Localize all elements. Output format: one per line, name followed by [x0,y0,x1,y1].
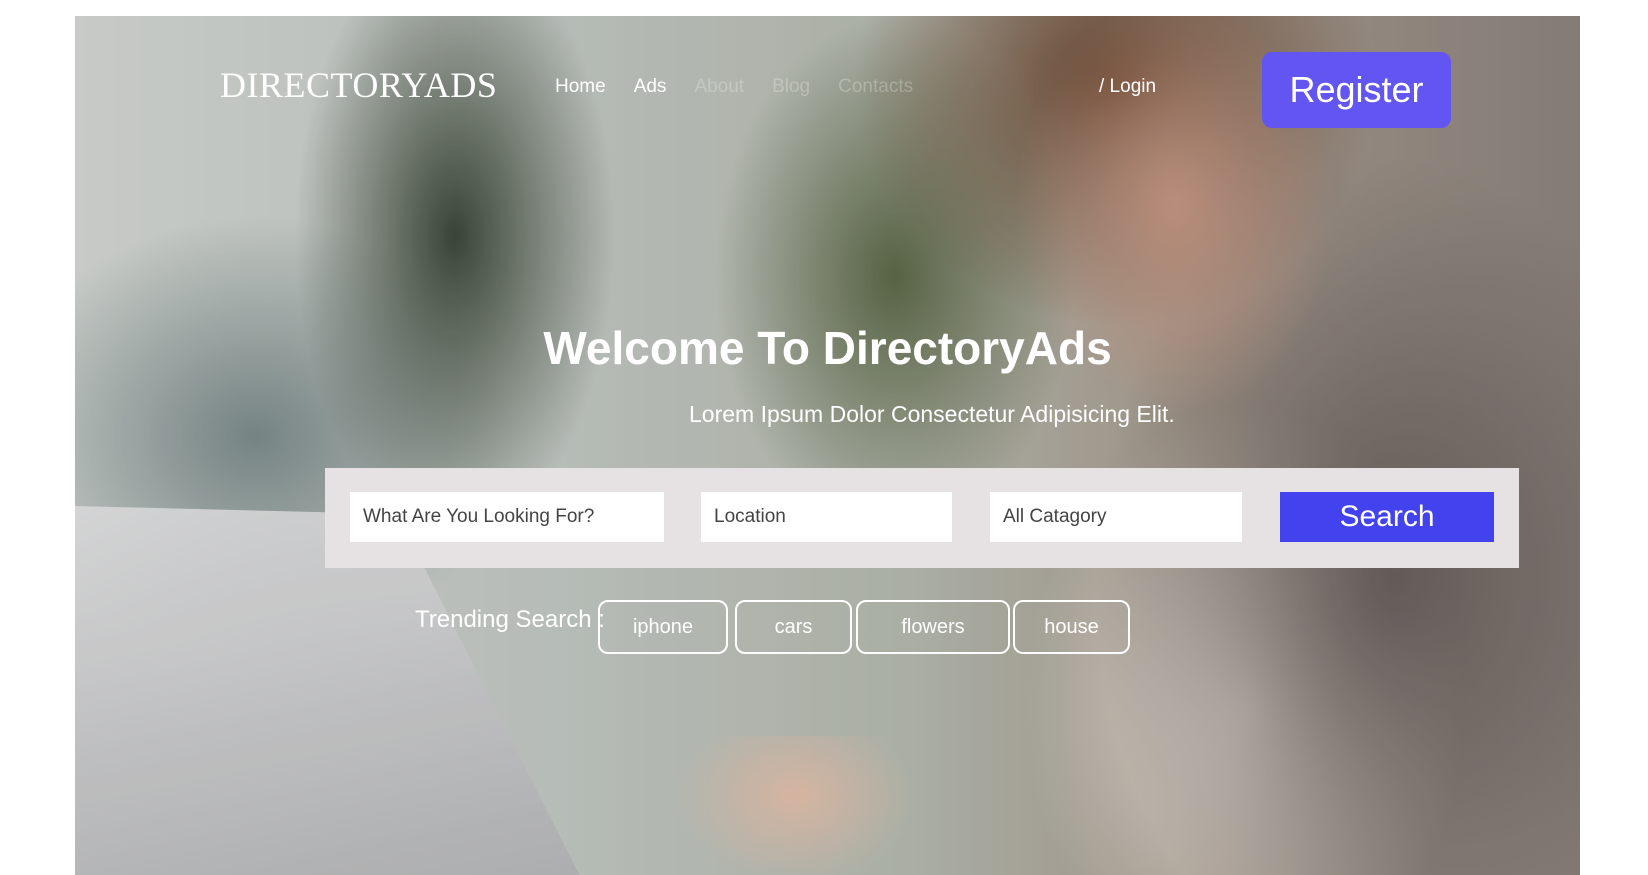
keyword-input[interactable] [350,492,664,542]
nav-about[interactable]: About [694,76,744,98]
login-link[interactable]: / Login [1099,76,1156,98]
nav-ads[interactable]: Ads [634,76,667,98]
search-button[interactable]: Search [1280,492,1494,542]
hero-subtitle: Lorem Ipsum Dolor Consectetur Adipisicin… [689,401,1175,427]
trending-tag-house[interactable]: house [1013,600,1130,654]
register-button[interactable]: Register [1262,52,1451,128]
main-nav: Home Ads About Blog Contacts [555,76,941,98]
hero-section: DIRECTORYADS Home Ads About Blog Contact… [75,16,1580,875]
hero-title-text: Welcome To DirectoryAds [543,322,1112,374]
nav-home[interactable]: Home [555,76,606,98]
search-panel: Search [325,468,1519,568]
trending-tag-iphone[interactable]: iphone [598,600,728,654]
trending-tag-flowers[interactable]: flowers [856,600,1010,654]
category-input[interactable] [990,492,1242,542]
site-logo[interactable]: DIRECTORYADS [220,64,497,106]
hero-title: Welcome To DirectoryAds [75,321,1580,375]
hero-overlay [75,16,1580,875]
nav-blog[interactable]: Blog [772,76,810,98]
trending-label: Trending Search : [415,606,605,633]
location-input[interactable] [701,492,952,542]
nav-contacts[interactable]: Contacts [838,76,913,98]
trending-tag-cars[interactable]: cars [735,600,852,654]
